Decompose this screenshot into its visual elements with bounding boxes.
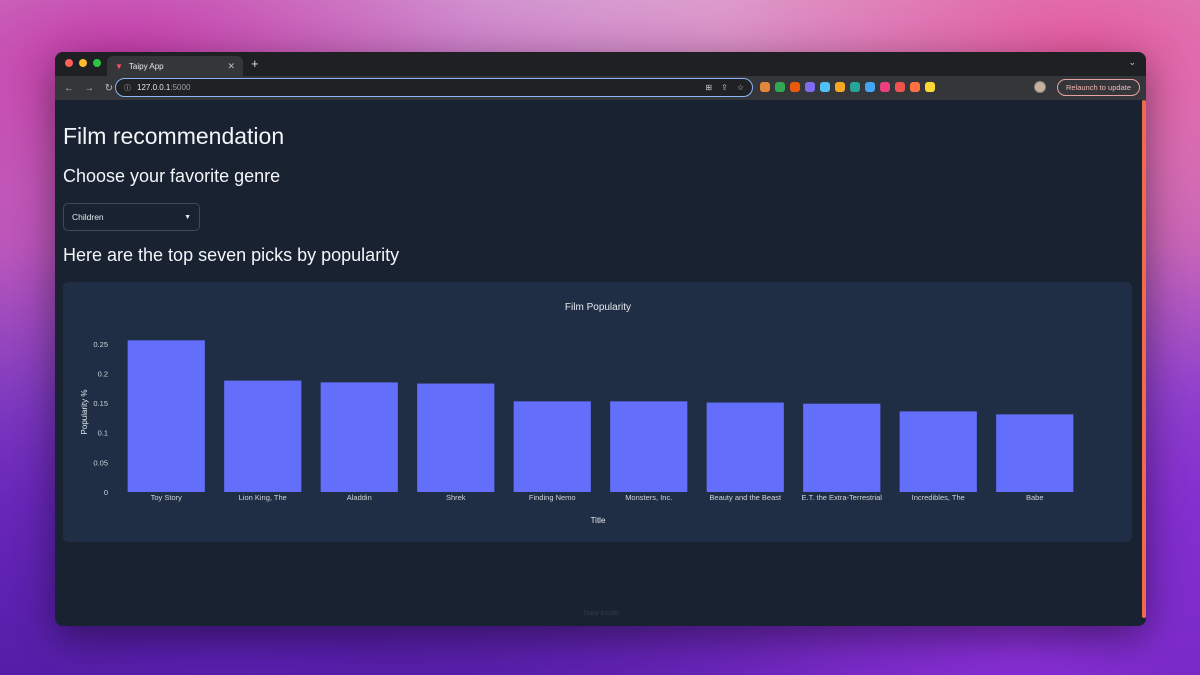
bar [706, 402, 784, 492]
y-tick-label: 0.15 [93, 399, 108, 408]
chart-card: Film Popularity Title Popularity % 0 0.05 0.1… [63, 282, 1132, 542]
x-axis-label: Title [591, 516, 606, 525]
url-host: 127.0.0.1 [137, 83, 171, 92]
bar [320, 382, 398, 492]
extension-icon[interactable] [760, 82, 770, 92]
x-tick-label: Aladdin [347, 493, 372, 502]
bar [610, 401, 688, 492]
x-tick-label: Monsters, Inc. [625, 493, 672, 502]
x-tick-label: Beauty and the Beast [709, 493, 782, 502]
bar [224, 380, 302, 492]
close-tab-icon[interactable]: ✕ [227, 61, 235, 72]
y-tick-label: 0.2 [98, 369, 108, 378]
x-tick-label: Finding Nemo [529, 493, 576, 502]
genre-select[interactable]: Children ▼ [63, 203, 200, 231]
extension-icon[interactable] [850, 82, 860, 92]
profile-avatar[interactable] [1034, 81, 1046, 93]
bar [417, 383, 495, 492]
back-arrow-icon[interactable]: ← [63, 83, 75, 94]
y-tick-label: 0 [104, 488, 108, 497]
tab-search-chevron-icon[interactable]: ⌄ [1128, 57, 1136, 68]
relaunch-to-update-button[interactable]: Relaunch to update [1056, 79, 1140, 96]
bar [803, 403, 881, 492]
extension-icon[interactable] [775, 82, 785, 92]
extension-icon[interactable] [895, 82, 905, 92]
browser-tab[interactable]: ▼ Taipy App ✕ [107, 56, 243, 76]
dropdown-caret-icon: ▼ [184, 213, 191, 221]
footer-text: Taipy inside [582, 610, 619, 617]
address-bar-actions: ⊞ ⇪ ☆ [705, 83, 744, 92]
extension-icon[interactable] [910, 82, 920, 92]
x-tick-label: Shrek [446, 493, 466, 502]
extension-icon[interactable] [820, 82, 830, 92]
scrollbar[interactable] [1142, 100, 1146, 618]
forward-arrow-icon[interactable]: → [83, 83, 95, 94]
y-tick-label: 0.05 [93, 458, 108, 467]
minimize-window-button[interactable] [79, 59, 87, 67]
bar [127, 340, 205, 492]
extension-icon[interactable] [835, 82, 845, 92]
install-app-icon[interactable]: ⊞ [705, 83, 712, 92]
extension-icon[interactable] [925, 82, 935, 92]
share-icon[interactable]: ⇪ [721, 83, 728, 92]
window-controls [65, 59, 101, 67]
x-tick-label: Babe [1026, 493, 1044, 502]
title-bar: ▼ Taipy App ✕ + ⌄ [55, 52, 1146, 76]
browser-toolbar: ← → ↻ ⓘ 127.0.0.1 :5000 ⊞ ⇪ ☆ Relaunch t… [55, 76, 1146, 100]
extension-icon[interactable] [790, 82, 800, 92]
maximize-window-button[interactable] [93, 59, 101, 67]
chart-title: Film Popularity [565, 302, 631, 313]
url-port: :5000 [170, 83, 191, 92]
taipy-favicon-icon: ▼ [115, 61, 123, 71]
picks-heading: Here are the top seven picks by populari… [63, 245, 400, 265]
bookmark-star-icon[interactable]: ☆ [737, 83, 744, 92]
x-tick-label: Incredibles, The [912, 493, 965, 502]
page-content: Film recommendation Choose your favorite… [55, 100, 1146, 626]
close-window-button[interactable] [65, 59, 73, 67]
bar [996, 414, 1074, 492]
y-tick-label: 0.1 [98, 429, 108, 438]
tab-title: Taipy App [128, 61, 164, 71]
genre-heading: Choose your favorite genre [63, 166, 281, 186]
bar [513, 401, 591, 492]
extension-icon[interactable] [865, 82, 875, 92]
reload-icon[interactable]: ↻ [103, 83, 115, 94]
x-tick-label: Toy Story [151, 493, 183, 502]
bar [899, 411, 977, 492]
browser-window: ▼ Taipy App ✕ + ⌄ ← → ↻ ⓘ 127.0.0.1 :500… [55, 52, 1146, 626]
site-info-icon[interactable]: ⓘ [124, 83, 131, 93]
x-tick-label: E.T. the Extra-Terrestrial [802, 493, 883, 502]
y-axis-label: Popularity % [80, 390, 89, 435]
genre-select-value: Children [72, 212, 104, 222]
address-bar[interactable]: ⓘ 127.0.0.1 :5000 ⊞ ⇪ ☆ [115, 78, 753, 97]
extension-icon[interactable] [805, 82, 815, 92]
y-tick-label: 0.25 [93, 340, 108, 349]
x-tick-label: Lion King, The [239, 493, 287, 502]
extension-icon[interactable] [880, 82, 890, 92]
film-popularity-chart: Film Popularity Title Popularity % 0 0.05 0.1… [80, 302, 1074, 525]
page-title: Film recommendation [63, 123, 285, 149]
extensions-bar [760, 82, 935, 92]
new-tab-button[interactable]: + [251, 56, 259, 71]
